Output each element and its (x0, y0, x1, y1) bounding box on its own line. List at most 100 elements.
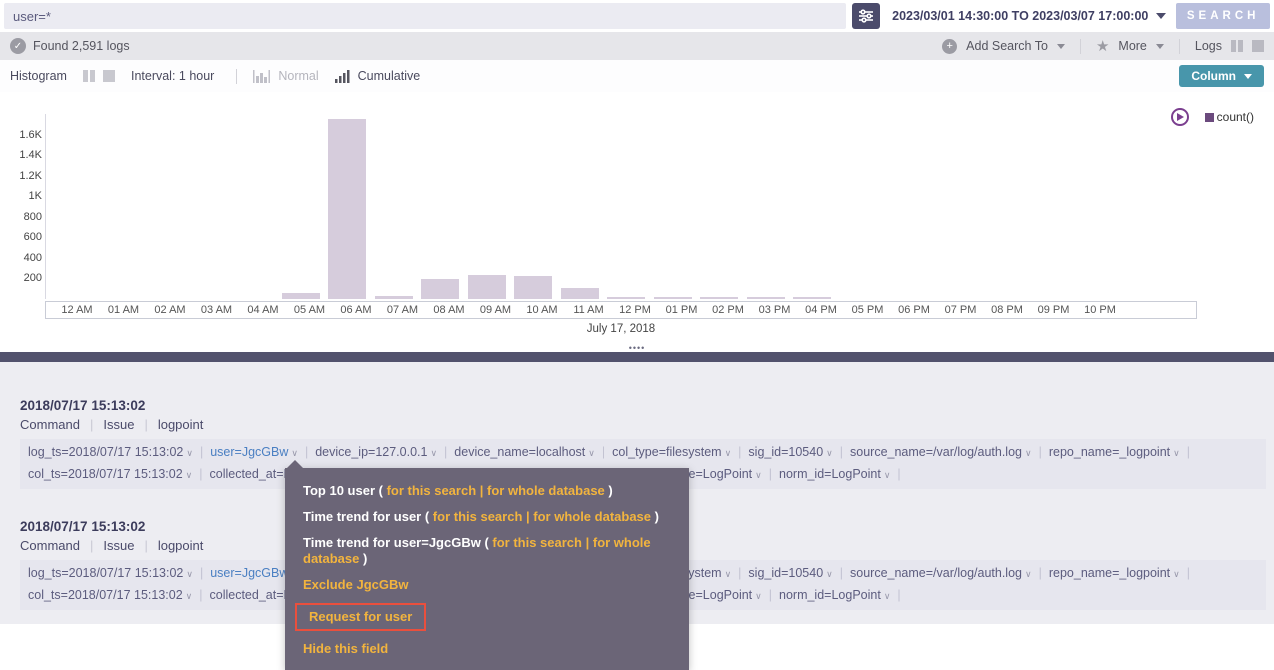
tag[interactable]: Command (20, 538, 80, 553)
tag[interactable]: logpoint (158, 538, 204, 553)
menu-item-hide-this-field[interactable]: Hide this field (303, 636, 671, 662)
section-divider: •••• (0, 352, 1274, 362)
x-tick-label: 03 AM (201, 304, 232, 316)
histogram-bar[interactable] (654, 297, 692, 299)
histogram-bar[interactable] (700, 297, 738, 299)
chevron-down-icon[interactable]: ∨ (755, 591, 762, 601)
two-column-view-icon[interactable] (1231, 40, 1243, 52)
field-chip-log_ts[interactable]: log_ts=2018/07/17 15:13:02∨ (28, 445, 193, 459)
normal-toggle[interactable]: Normal (278, 69, 318, 83)
chevron-down-icon[interactable]: ∨ (826, 569, 833, 579)
menu-item-time-trend-for-user-value[interactable]: Time trend for user=JgcGBw ( for this se… (303, 530, 671, 572)
field-chip-col_ts[interactable]: col_ts=2018/07/17 15:13:02∨ (28, 588, 192, 602)
chevron-down-icon[interactable]: ∨ (1025, 569, 1032, 579)
menu-item-time-trend-for-user[interactable]: Time trend for user ( for this search | … (303, 504, 671, 530)
field-chip-repo_name[interactable]: repo_name=_logpoint∨ (1049, 445, 1180, 459)
chevron-down-icon[interactable]: ∨ (291, 448, 298, 458)
tag[interactable]: Issue (103, 417, 134, 432)
histogram-bar[interactable] (561, 288, 599, 299)
histogram-bar[interactable] (421, 279, 459, 299)
chevron-down-icon[interactable] (1156, 44, 1164, 49)
histogram-bar[interactable] (793, 297, 831, 299)
full-view-icon[interactable] (103, 70, 115, 82)
chevron-down-icon[interactable]: ∨ (884, 470, 891, 480)
chevron-down-icon[interactable]: ∨ (588, 448, 595, 458)
chevron-down-icon[interactable]: ∨ (1173, 569, 1180, 579)
chevron-down-icon[interactable]: ∨ (186, 569, 193, 579)
cumulative-toggle[interactable]: Cumulative (358, 69, 421, 83)
chart-type-dropdown[interactable]: Column (1179, 65, 1264, 87)
separator: | (769, 467, 772, 481)
tag[interactable]: Issue (103, 538, 134, 553)
menu-item-top-10-user[interactable]: Top 10 user ( for this search | for whol… (303, 478, 671, 504)
check-circle-icon: ✓ (10, 38, 26, 54)
field-chip-repo_name[interactable]: repo_name=_logpoint∨ (1049, 566, 1180, 580)
add-search-to-button[interactable]: Add Search To (966, 39, 1048, 53)
chevron-down-icon[interactable]: ∨ (1173, 448, 1180, 458)
histogram-bar[interactable] (607, 297, 645, 299)
menu-link[interactable]: for this search (433, 509, 523, 524)
y-tick-label: 600 (24, 231, 42, 243)
histogram-bar[interactable] (747, 297, 785, 299)
x-tick-label: 09 PM (1038, 304, 1070, 316)
separator: | (1039, 445, 1042, 459)
menu-link[interactable]: for this search (387, 483, 477, 498)
chevron-down-icon[interactable]: ∨ (826, 448, 833, 458)
menu-link[interactable]: Exclude JgcGBw (303, 577, 408, 592)
menu-link[interactable]: Request for user (309, 609, 412, 624)
y-tick-label: 200 (24, 272, 42, 284)
drag-handle-dots[interactable]: •••• (629, 344, 646, 352)
field-chip-col_ts[interactable]: col_ts=2018/07/17 15:13:02∨ (28, 467, 192, 481)
field-chip-norm_id[interactable]: norm_id=LogPoint∨ (779, 467, 890, 481)
histogram-bar[interactable] (328, 119, 366, 299)
field-chip-user[interactable]: user=JgcGBw∨ (210, 445, 298, 459)
chevron-down-icon[interactable] (1057, 44, 1065, 49)
query-filter-button[interactable] (852, 3, 880, 29)
split-view-icon[interactable] (83, 70, 95, 82)
menu-link[interactable]: | (476, 483, 487, 498)
chevron-down-icon[interactable]: ∨ (186, 591, 193, 601)
menu-item-exclude-value[interactable]: Exclude JgcGBw (303, 572, 671, 598)
menu-link[interactable]: Hide this field (303, 641, 388, 656)
y-tick-label: 1.6K (19, 129, 42, 141)
chevron-down-icon[interactable]: ∨ (725, 569, 732, 579)
time-range-picker[interactable]: 2023/03/01 14:30:00 TO 2023/03/07 17:00:… (892, 9, 1166, 23)
chevron-down-icon[interactable]: ∨ (186, 448, 193, 458)
histogram-bar[interactable] (468, 275, 506, 299)
field-chip-sig_id[interactable]: sig_id=10540∨ (748, 566, 832, 580)
chart-plot (45, 114, 1197, 299)
histogram-bar[interactable] (375, 296, 413, 299)
status-bar: ✓ Found 2,591 logs + Add Search To ★ Mor… (0, 32, 1274, 60)
play-icon[interactable] (1171, 108, 1189, 126)
single-column-view-icon[interactable] (1252, 40, 1264, 52)
field-chip-source_name[interactable]: source_name=/var/log/auth.log∨ (850, 566, 1032, 580)
field-chip-log_ts[interactable]: log_ts=2018/07/17 15:13:02∨ (28, 566, 193, 580)
search-query-input[interactable] (4, 3, 846, 29)
more-button[interactable]: More (1118, 39, 1146, 53)
field-chip-col_type[interactable]: col_type=filesystem∨ (612, 445, 731, 459)
menu-link[interactable]: for whole database (487, 483, 605, 498)
menu-link[interactable]: for this search (492, 535, 582, 550)
x-axis[interactable]: 12 AM01 AM02 AM03 AM04 AM05 AM06 AM07 AM… (45, 301, 1197, 319)
field-chip-source_name[interactable]: source_name=/var/log/auth.log∨ (850, 445, 1032, 459)
field-chip-norm_id[interactable]: norm_id=LogPoint∨ (779, 588, 890, 602)
field-chip-device_name[interactable]: device_name=localhost∨ (454, 445, 595, 459)
field-chip-sig_id[interactable]: sig_id=10540∨ (748, 445, 832, 459)
menu-link[interactable]: | (522, 509, 533, 524)
histogram-bar[interactable] (514, 276, 552, 299)
tag[interactable]: Command (20, 417, 80, 432)
menu-link[interactable]: for whole database (533, 509, 651, 524)
chevron-down-icon[interactable]: ∨ (1025, 448, 1032, 458)
chevron-down-icon[interactable]: ∨ (430, 448, 437, 458)
menu-item-request-for-user[interactable]: Request for user (303, 598, 671, 636)
histogram-bar[interactable] (282, 293, 320, 299)
chevron-down-icon[interactable]: ∨ (725, 448, 732, 458)
search-button[interactable]: SEARCH (1176, 3, 1270, 29)
field-chip-device_ip[interactable]: device_ip=127.0.0.1∨ (315, 445, 437, 459)
menu-link[interactable]: | (582, 535, 593, 550)
separator: | (305, 445, 308, 459)
chevron-down-icon[interactable]: ∨ (186, 470, 193, 480)
tag[interactable]: logpoint (158, 417, 204, 432)
chevron-down-icon[interactable]: ∨ (884, 591, 891, 601)
chevron-down-icon[interactable]: ∨ (755, 470, 762, 480)
